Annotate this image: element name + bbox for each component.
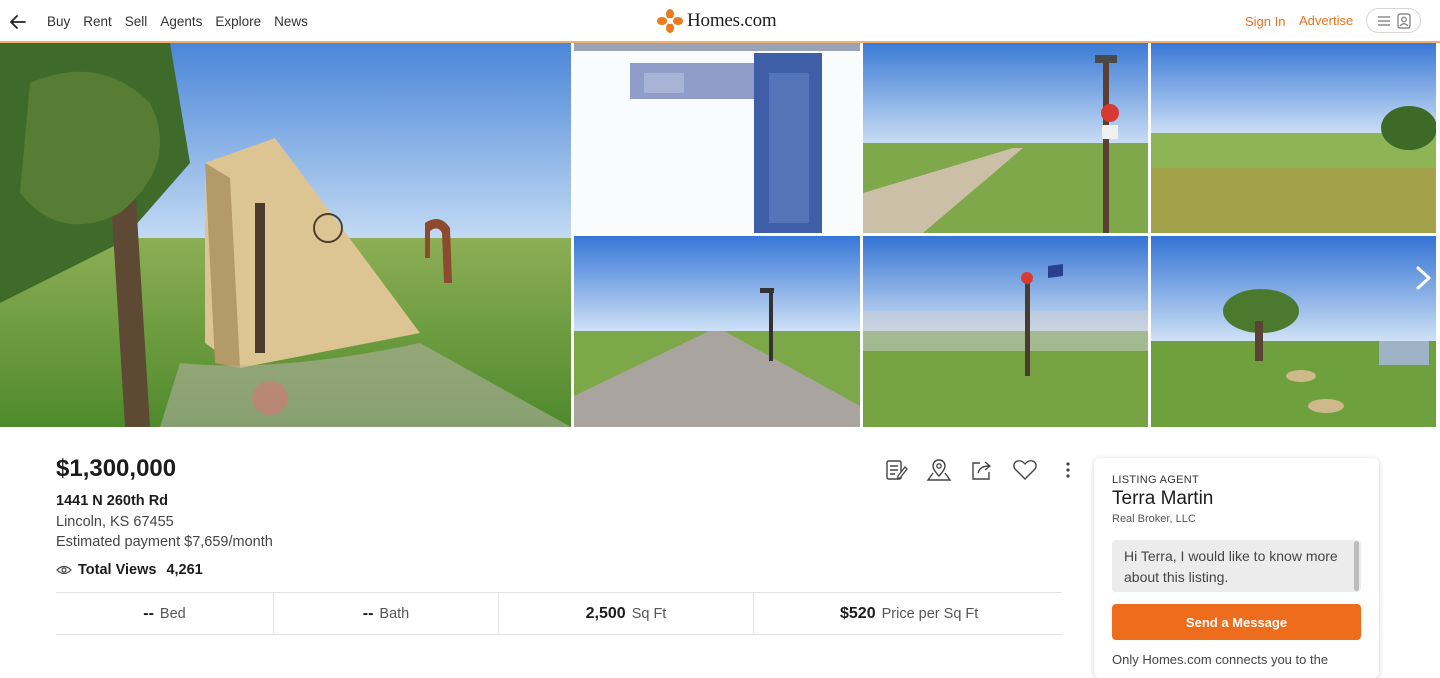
chevron-right-icon[interactable] [1412, 265, 1434, 291]
stat-label: Bed [159, 605, 186, 622]
agent-disclaimer: Only Homes.com connects you to the [1112, 652, 1329, 667]
nav-sell[interactable]: Sell [125, 14, 148, 29]
favorite-button[interactable] [1003, 456, 1046, 484]
listing-agent-card: LISTING AGENT Terra Martin Real Broker, … [1094, 458, 1379, 678]
map-button[interactable] [917, 456, 960, 484]
stat-baths: -- Bath [274, 593, 499, 634]
account-icon [1396, 12, 1411, 29]
floor-plan-thumbnail[interactable] [574, 43, 860, 233]
access-road-photo [574, 236, 860, 427]
nav-rent[interactable]: Rent [83, 14, 112, 29]
property-stats: -- Bed -- Bath 2,500 Sq Ft $520 Price pe… [56, 592, 1062, 635]
stat-label: Price per Sq Ft [881, 605, 979, 622]
nav-news[interactable]: News [274, 14, 308, 29]
eye-icon [56, 565, 72, 575]
views-count: 4,261 [166, 562, 203, 578]
address-line-2: Lincoln, KS 67455 [56, 514, 174, 530]
message-text: Hi Terra, I would like to know more abou… [1124, 548, 1338, 585]
photo-gallery [0, 43, 1440, 427]
bunker-entrance-photo [0, 43, 571, 427]
agent-broker: Real Broker, LLC [1112, 513, 1196, 525]
yard-shed-thumbnail[interactable] [1151, 236, 1436, 427]
arrow-left-icon[interactable] [8, 12, 28, 32]
sign-in-link[interactable]: Sign In [1245, 14, 1285, 29]
logo-text: Homes.com [687, 10, 777, 31]
floor-plan-scan-photo [574, 43, 860, 233]
views-label: Total Views [78, 562, 157, 578]
stat-sqft: 2,500 Sq Ft [499, 593, 754, 634]
stat-value: $520 [840, 604, 876, 622]
map-pin-icon [926, 459, 951, 481]
road-sign-thumbnail[interactable] [863, 43, 1148, 233]
stat-label: Sq Ft [631, 605, 667, 622]
agent-name[interactable]: Terra Martin [1112, 488, 1213, 510]
message-scrollbar[interactable] [1354, 541, 1359, 591]
nav-agents[interactable]: Agents [160, 14, 202, 29]
homes-logo-icon [657, 9, 683, 33]
stat-value: -- [143, 604, 154, 622]
main-nav: Buy Rent Sell Agents Explore News [47, 14, 321, 29]
stat-value: 2,500 [585, 604, 626, 622]
listing-price: $1,300,000 [56, 455, 177, 482]
access-road-thumbnail[interactable] [574, 236, 860, 427]
total-views: Total Views 4,261 [56, 562, 203, 578]
stat-beds: -- Bed [56, 593, 274, 634]
hamburger-icon [1377, 15, 1390, 26]
stat-value: -- [362, 604, 374, 622]
send-message-button[interactable]: Send a Message [1112, 604, 1361, 640]
notes-icon [885, 460, 908, 480]
account-menu-button[interactable] [1366, 8, 1421, 33]
address-line-1: 1441 N 260th Rd [56, 493, 169, 509]
homes-logo[interactable]: Homes.com [657, 9, 777, 33]
yard-with-shed-photo [1151, 236, 1436, 427]
listing-actions [874, 456, 1089, 484]
advertise-link[interactable]: Advertise [1299, 13, 1353, 28]
more-vertical-icon [1065, 462, 1070, 478]
stat-price-per-sqft: $520 Price per Sq Ft [754, 593, 1062, 634]
stat-label: Bath [379, 605, 410, 622]
notes-button[interactable] [874, 456, 917, 484]
heart-icon [1012, 460, 1037, 480]
gravel-road-sign-photo [863, 43, 1148, 233]
prairie-thumbnail[interactable] [1151, 43, 1436, 233]
main-photo[interactable] [0, 43, 571, 427]
more-options-button[interactable] [1046, 456, 1089, 484]
nav-buy[interactable]: Buy [47, 14, 70, 29]
fenced-compound-photo [863, 236, 1148, 427]
share-button[interactable] [960, 456, 1003, 484]
nav-explore[interactable]: Explore [215, 14, 261, 29]
prairie-field-photo [1151, 43, 1436, 233]
site-header: Buy Rent Sell Agents Explore News Homes.… [0, 0, 1440, 43]
share-icon [971, 461, 991, 480]
estimated-payment[interactable]: Estimated payment $7,659/month [56, 534, 273, 550]
fenced-compound-thumbnail[interactable] [863, 236, 1148, 427]
message-textarea[interactable]: Hi Terra, I would like to know more abou… [1112, 540, 1361, 592]
agent-eyebrow: LISTING AGENT [1112, 474, 1200, 486]
